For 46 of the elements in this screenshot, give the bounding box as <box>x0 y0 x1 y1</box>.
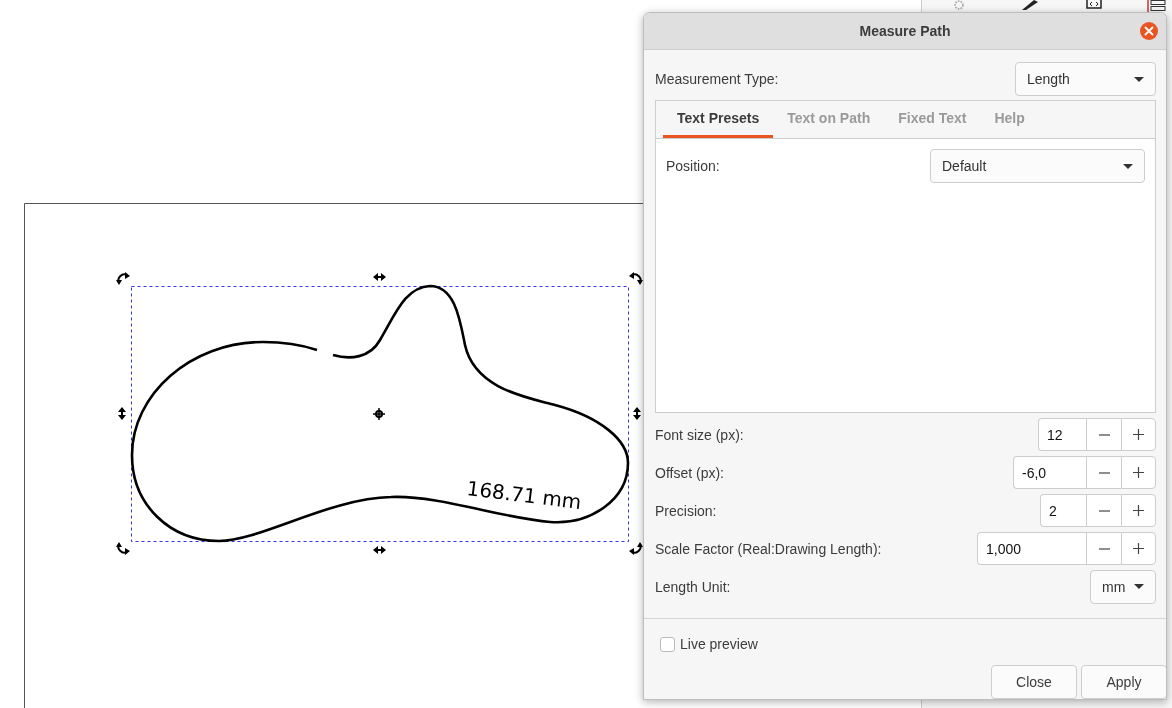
field-label: Offset (px): <box>655 464 724 481</box>
field-label: Scale Factor (Real:Drawing Length): <box>655 540 882 557</box>
dialog-button[interactable]: Close <box>991 665 1077 699</box>
close-button[interactable] <box>1140 22 1158 40</box>
checkbox-label: Live preview <box>680 636 758 652</box>
caret-icon <box>1134 76 1144 82</box>
rotate-handle-icon[interactable] <box>629 542 643 555</box>
minus-icon <box>1098 547 1110 550</box>
pen-icon[interactable] <box>1020 0 1038 10</box>
measurement-type-dropdown[interactable]: Length <box>1015 62 1156 96</box>
plus-icon <box>1133 429 1144 440</box>
field-label: Position: <box>666 158 720 174</box>
minus-icon <box>1098 471 1110 474</box>
minus-icon <box>1098 433 1110 436</box>
tab[interactable]: Text Presets <box>663 101 774 138</box>
field-label: Measurement Type: <box>655 71 779 87</box>
caret-icon <box>1134 584 1144 589</box>
rotate-handle-icon[interactable] <box>629 272 643 285</box>
field-label: Length Unit: <box>655 578 731 595</box>
layers-icon[interactable] <box>1146 0 1166 12</box>
field-label: Font size (px): <box>655 426 744 443</box>
caret-icon <box>1123 163 1133 169</box>
plus-icon <box>1133 467 1144 478</box>
minus-icon <box>1098 509 1110 512</box>
scale-handle-icon[interactable] <box>633 407 641 420</box>
position-dropdown[interactable]: Default <box>930 149 1145 183</box>
rotate-handle-icon[interactable] <box>116 272 130 285</box>
scale-handle-icon[interactable] <box>373 546 386 554</box>
scale-handle-icon[interactable] <box>373 273 386 281</box>
number-field[interactable]: -6,0 <box>1013 456 1086 489</box>
scale-handle-icon[interactable] <box>118 407 126 420</box>
number-field[interactable]: 1,000 <box>977 532 1086 565</box>
checkbox[interactable] <box>660 636 675 652</box>
code-icon[interactable] <box>1086 0 1102 9</box>
close-icon <box>1144 26 1154 36</box>
window-title: Measure Path <box>859 23 951 39</box>
number-field[interactable]: 2 <box>1040 494 1086 527</box>
number-field[interactable]: 12 <box>1038 418 1086 451</box>
rotate-handle-icon[interactable] <box>116 542 130 555</box>
field-label: Precision: <box>655 502 717 519</box>
center-handle-icon[interactable] <box>372 407 386 421</box>
measurement-label: 168.71 mm <box>465 476 583 514</box>
plus-icon <box>1133 505 1144 516</box>
dialog-button[interactable]: Apply <box>1081 665 1166 699</box>
unit-dropdown[interactable]: mm <box>1090 569 1156 604</box>
plus-icon <box>1133 543 1144 554</box>
